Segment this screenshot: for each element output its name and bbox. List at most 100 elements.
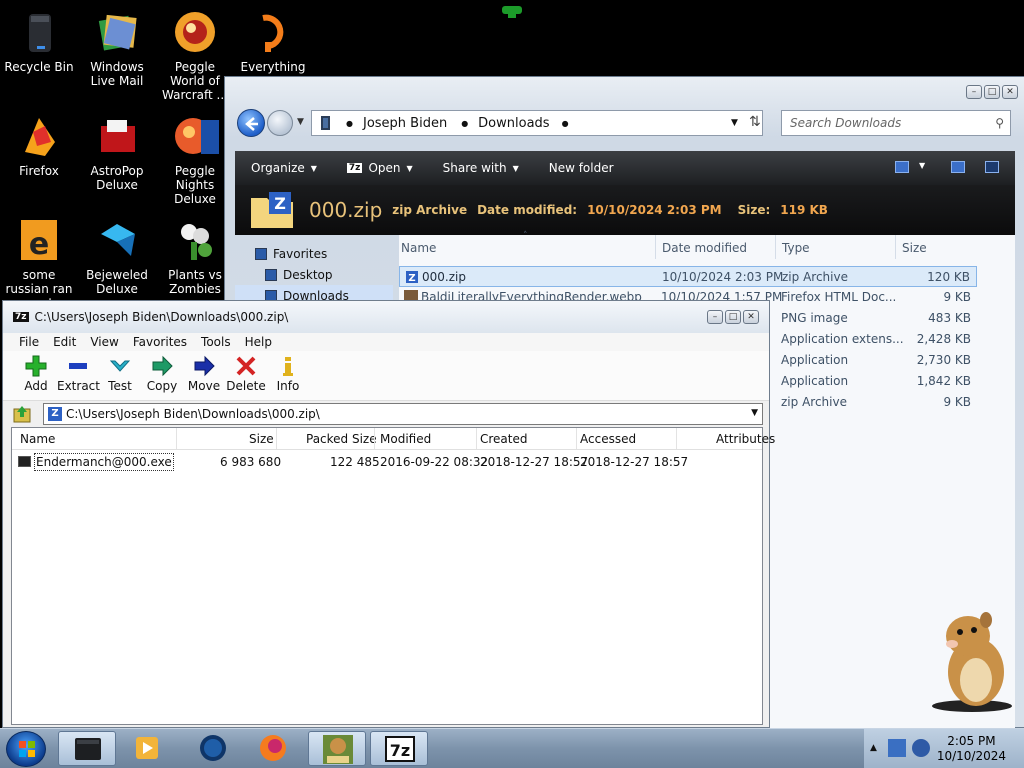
start-button[interactable] bbox=[6, 731, 46, 767]
clock[interactable]: 2:05 PM 10/10/2024 bbox=[937, 734, 1006, 764]
exe-file-icon bbox=[18, 456, 31, 467]
desktop-icon-astropop[interactable]: AstroPop Deluxe bbox=[78, 106, 156, 192]
column-accessed[interactable]: Accessed bbox=[580, 432, 636, 446]
taskbar-globe-button[interactable] bbox=[184, 731, 242, 766]
menu-view[interactable]: View bbox=[90, 335, 118, 349]
preview-pane-icon[interactable] bbox=[951, 161, 965, 173]
desktop-icon-bejeweled[interactable]: Bejeweled Deluxe bbox=[78, 210, 156, 296]
address-dropdown[interactable]: ▼ bbox=[731, 118, 738, 128]
open-button[interactable]: 7z Open ▼ bbox=[346, 161, 413, 175]
menu-tools[interactable]: Tools bbox=[201, 335, 231, 349]
column-attributes[interactable]: Attributes bbox=[716, 432, 775, 446]
desktop-icon-firefox[interactable]: Firefox bbox=[0, 106, 78, 178]
share-with-button[interactable]: Share with ▼ bbox=[443, 161, 519, 175]
desktop-icon-peggle-nights[interactable]: Peggle Nights Deluxe bbox=[156, 106, 234, 206]
open-label: Open bbox=[368, 161, 401, 175]
forward-button[interactable] bbox=[267, 110, 293, 136]
breadcrumb-separator: ● bbox=[461, 118, 469, 128]
refresh-icon[interactable]: ⇅ bbox=[749, 114, 761, 130]
new-folder-button[interactable]: New folder bbox=[549, 161, 614, 175]
close-button[interactable]: ✕ bbox=[1002, 85, 1018, 99]
nav-desktop[interactable]: Desktop bbox=[235, 264, 393, 285]
desktop-icon-label: Bejeweled Deluxe bbox=[86, 268, 148, 296]
desktop-icon-peggle-wow[interactable]: Peggle World of Warcraft ... bbox=[156, 2, 234, 102]
astropop-icon bbox=[101, 120, 135, 152]
desktop-icon-russian-rat[interactable]: e some russian ran a rat bbox=[0, 210, 78, 310]
column-size[interactable]: Size bbox=[249, 432, 274, 446]
delete-button[interactable]: Delete bbox=[225, 355, 267, 393]
desktop-icon-recycle-bin[interactable]: Recycle Bin bbox=[0, 2, 78, 74]
add-button[interactable]: Add bbox=[15, 355, 57, 393]
column-packed-size[interactable]: Packed Size bbox=[306, 432, 377, 446]
recent-pages-dropdown[interactable]: ▼ bbox=[297, 117, 304, 127]
svg-text:7z: 7z bbox=[390, 741, 410, 760]
file-row[interactable]: Z 000.zip 10/10/2024 2:03 PM zip Archive… bbox=[399, 266, 977, 287]
move-label: Move bbox=[187, 379, 221, 393]
file-type: Application bbox=[781, 374, 849, 388]
column-date-modified[interactable]: Date modified bbox=[662, 241, 747, 255]
address-bar[interactable]: ● Joseph Biden ● Downloads ● bbox=[311, 110, 763, 136]
sevenzip-title-bar[interactable]: 7z C:\Users\Joseph Biden\Downloads\000.z… bbox=[3, 301, 769, 333]
desktop-icon-windows-live-mail[interactable]: Windows Live Mail bbox=[78, 2, 156, 88]
copy-button[interactable]: Copy bbox=[141, 355, 183, 393]
taskbar-hamster-box-button[interactable] bbox=[308, 731, 366, 766]
maximize-button[interactable]: □ bbox=[984, 85, 1000, 99]
nav-favorites[interactable]: Favorites bbox=[235, 243, 393, 264]
help-icon[interactable] bbox=[985, 161, 999, 173]
column-name[interactable]: Name bbox=[20, 432, 55, 446]
menu-help[interactable]: Help bbox=[245, 335, 272, 349]
archive-item-size: 6 983 680 bbox=[220, 455, 282, 469]
desktop-icon-label: Peggle World of Warcraft ... bbox=[162, 60, 228, 102]
taskbar-media-player-button[interactable] bbox=[118, 731, 176, 766]
sevenzip-path-text: C:\Users\Joseph Biden\Downloads\000.zip\ bbox=[66, 407, 320, 421]
folder-up-icon[interactable] bbox=[13, 405, 33, 423]
maximize-button[interactable]: □ bbox=[725, 310, 741, 324]
windows-logo-icon bbox=[19, 741, 35, 757]
back-button[interactable] bbox=[237, 109, 265, 137]
close-button[interactable]: ✕ bbox=[743, 310, 759, 324]
column-size[interactable]: Size bbox=[902, 241, 927, 255]
extract-button[interactable]: Extract bbox=[57, 355, 100, 393]
menu-edit[interactable]: Edit bbox=[53, 335, 76, 349]
sevenzip-path-input[interactable]: Z C:\Users\Joseph Biden\Downloads\000.zi… bbox=[43, 403, 763, 425]
sevenzip-list-header: Name Size Packed Size Modified Created A… bbox=[12, 428, 775, 450]
file-size: 9 KB bbox=[943, 395, 971, 409]
taskbar-firefox-button[interactable] bbox=[244, 731, 302, 766]
minimize-button[interactable]: – bbox=[707, 310, 723, 324]
network-icon[interactable] bbox=[888, 739, 906, 757]
desktop-icon-plants-vs-zombies[interactable]: Plants vs Zombies bbox=[156, 210, 234, 296]
breadcrumb-downloads[interactable]: Downloads bbox=[478, 116, 549, 131]
sevenzip-title: C:\Users\Joseph Biden\Downloads\000.zip\ bbox=[34, 310, 289, 324]
seven-zip-app-icon: 7z bbox=[385, 736, 415, 762]
test-button[interactable]: Test bbox=[99, 355, 141, 393]
organize-label: Organize bbox=[251, 161, 305, 175]
chevron-down-icon[interactable]: ▼ bbox=[751, 408, 758, 418]
menu-file[interactable]: File bbox=[19, 335, 39, 349]
add-label: Add bbox=[24, 379, 48, 393]
column-created[interactable]: Created bbox=[480, 432, 528, 446]
desktop-icon-everything[interactable]: Everything bbox=[234, 2, 312, 74]
globe-icon bbox=[200, 735, 226, 761]
volume-icon[interactable] bbox=[912, 739, 930, 757]
organize-button[interactable]: Organize ▼ bbox=[251, 161, 317, 175]
media-player-icon bbox=[136, 737, 158, 759]
menu-favorites[interactable]: Favorites bbox=[133, 335, 187, 349]
rat-app-icon: e bbox=[21, 220, 57, 262]
breadcrumb-joseph-biden[interactable]: Joseph Biden bbox=[363, 116, 447, 131]
taskbar-explorer-button[interactable] bbox=[58, 731, 116, 766]
show-hidden-icons-icon[interactable]: ▲ bbox=[870, 743, 877, 753]
info-label: Info bbox=[276, 379, 300, 393]
info-button[interactable]: Info bbox=[267, 355, 309, 393]
new-folder-label: New folder bbox=[548, 161, 614, 175]
search-input[interactable]: Search Downloads ⚲ bbox=[781, 110, 1011, 136]
sevenzip-file-row[interactable]: Endermanch@000.exe 6 983 680 122 485 201… bbox=[12, 453, 762, 471]
change-view-icon[interactable] bbox=[895, 161, 909, 173]
column-type[interactable]: Type bbox=[782, 241, 810, 255]
minimize-button[interactable]: – bbox=[966, 85, 982, 99]
file-size: 2,428 KB bbox=[916, 332, 971, 346]
taskbar-sevenzip-button[interactable]: 7z bbox=[370, 731, 428, 766]
move-button[interactable]: Move bbox=[183, 355, 225, 393]
column-modified[interactable]: Modified bbox=[380, 432, 431, 446]
chevron-down-icon[interactable]: ▼ bbox=[919, 161, 925, 170]
column-name[interactable]: Name bbox=[401, 241, 436, 255]
